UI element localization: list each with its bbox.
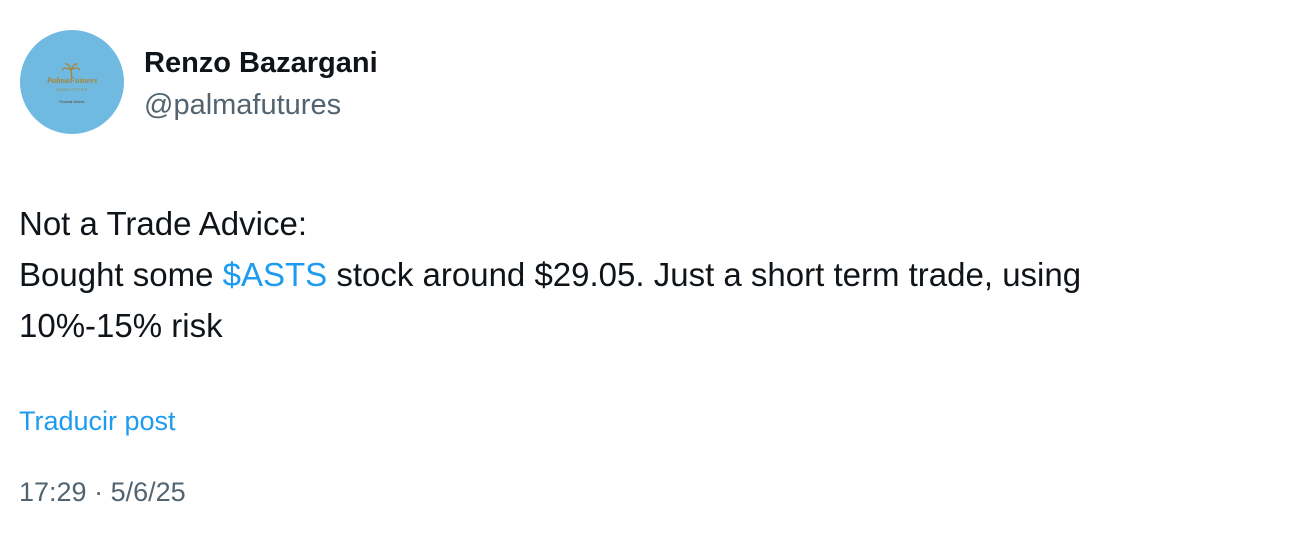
post-time[interactable]: 17:29 — [19, 477, 87, 507]
post-line-1: Not a Trade Advice: — [19, 205, 307, 242]
author-name[interactable]: Renzo Bazargani — [144, 45, 378, 81]
meta-separator: · — [86, 477, 111, 507]
post-text: Not a Trade Advice: Bought some $ASTS st… — [19, 198, 1289, 351]
logo-tagline: Financial Markets — [60, 100, 85, 104]
cashtag-link[interactable]: $ASTS — [223, 256, 328, 293]
avatar-logo: PalmaFutures NEWSLETTER Financial Market… — [47, 63, 98, 104]
post-line-2-end: stock around $29.05. Just a short term t… — [327, 256, 1082, 293]
author-handle[interactable]: @palmafutures — [144, 87, 341, 123]
post-line-2-start: Bought some — [19, 256, 223, 293]
post-date[interactable]: 5/6/25 — [111, 477, 186, 507]
avatar[interactable]: PalmaFutures NEWSLETTER Financial Market… — [20, 30, 124, 134]
post-line-2: Bought some $ASTS stock around $29.05. J… — [19, 249, 1289, 300]
post-line-3: 10%-15% risk — [19, 307, 223, 344]
post: PalmaFutures NEWSLETTER Financial Market… — [0, 0, 1313, 541]
logo-title: PalmaFutures — [47, 75, 98, 85]
post-timestamp: 17:29 · 5/6/25 — [19, 474, 186, 510]
translate-post-link[interactable]: Traducir post — [19, 403, 176, 439]
logo-subtitle: NEWSLETTER — [56, 88, 88, 92]
